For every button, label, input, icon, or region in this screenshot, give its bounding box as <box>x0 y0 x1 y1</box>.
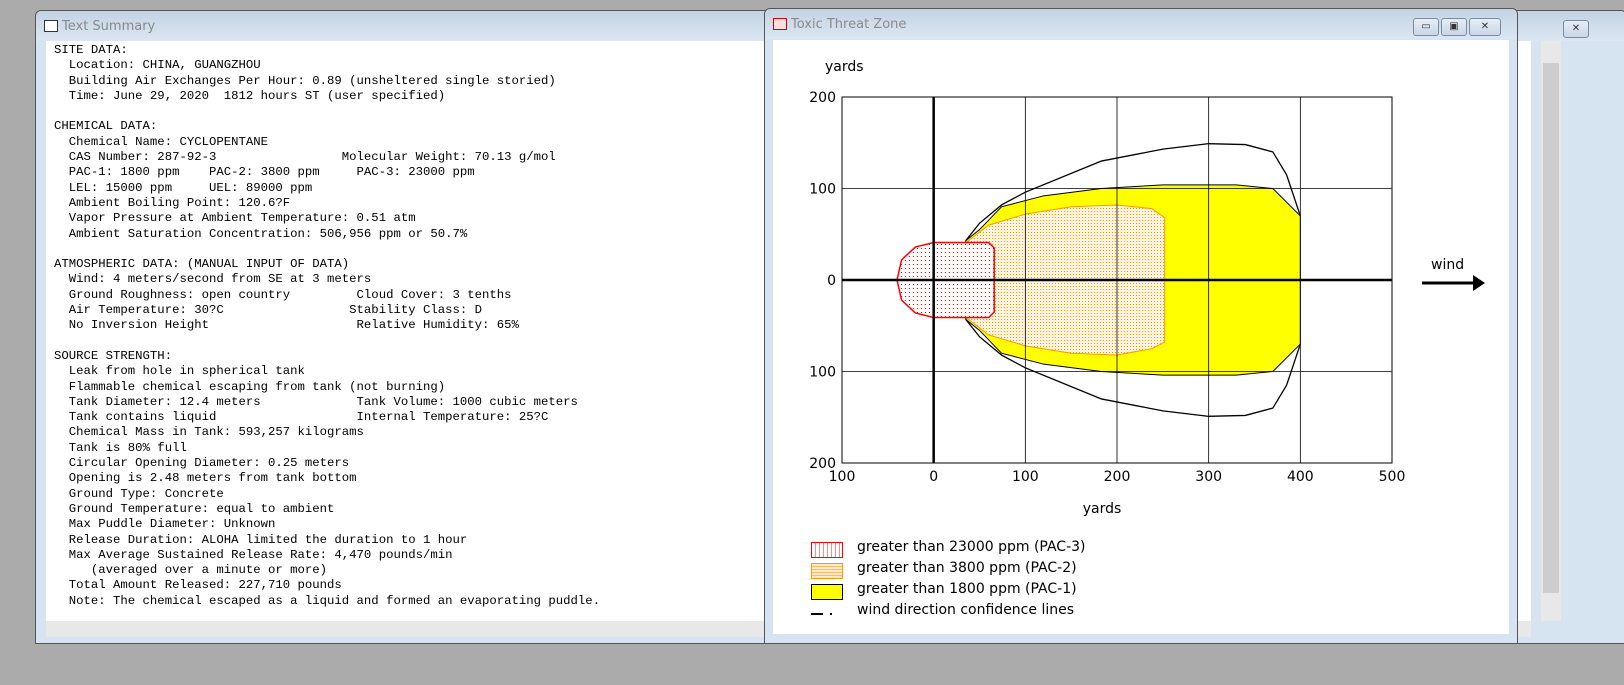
dash-line-icon <box>811 613 841 615</box>
x-tick-label: 500 <box>1379 469 1406 485</box>
y-tick-label: 200 <box>809 456 836 472</box>
y-tick-label: 100 <box>809 182 836 198</box>
legend-label: greater than 3800 ppm (PAC-2) <box>857 560 1077 576</box>
legend-label: wind direction confidence lines <box>857 602 1074 618</box>
y-tick-label: 100 <box>809 365 836 381</box>
legend-label: greater than 1800 ppm (PAC-1) <box>857 581 1077 597</box>
x-tick-label: 0 <box>929 469 938 485</box>
legend-label: greater than 23000 ppm (PAC-3) <box>857 539 1086 555</box>
x-tick-label: 300 <box>1195 469 1222 485</box>
wind-label: wind <box>1431 257 1464 273</box>
x-tick-label: 200 <box>1104 469 1131 485</box>
y-axis-label: yards <box>825 59 864 75</box>
x-tick-label: 400 <box>1287 469 1314 485</box>
minimize-button[interactable]: ▭ <box>1413 18 1439 36</box>
x-tick-label: 100 <box>1012 469 1039 485</box>
window-title: Text Summary <box>62 19 156 34</box>
close-button[interactable]: ✕ <box>1563 20 1589 38</box>
chart-icon <box>773 18 787 30</box>
x-axis-label: yards <box>1083 501 1122 517</box>
close-button[interactable]: ✕ <box>1469 18 1501 36</box>
threat-zone-titlebar[interactable]: Toxic Threat Zone ▭ ▣ ✕ <box>765 9 1517 39</box>
wind-arrow-head-icon <box>1473 275 1485 291</box>
vertical-scrollbar[interactable] <box>1541 41 1561 621</box>
y-tick-label: 200 <box>809 90 836 106</box>
window-title: Toxic Threat Zone <box>791 17 907 32</box>
legend-swatch <box>811 563 843 579</box>
legend-swatch <box>811 542 843 558</box>
legend-swatch <box>811 584 843 600</box>
threat-zone-plot-area: 100 0 100 200 300 400 500 200 100 0 100 200 yards yar… <box>773 40 1509 634</box>
window-icon <box>44 20 58 32</box>
y-tick-label: 0 <box>827 273 836 289</box>
toxic-threat-zone-window: Toxic Threat Zone ▭ ▣ ✕ 100 0 100 200 300 400… <box>764 8 1518 644</box>
restore-button[interactable]: ▣ <box>1441 18 1467 36</box>
scroll-thumb[interactable] <box>1543 63 1559 593</box>
